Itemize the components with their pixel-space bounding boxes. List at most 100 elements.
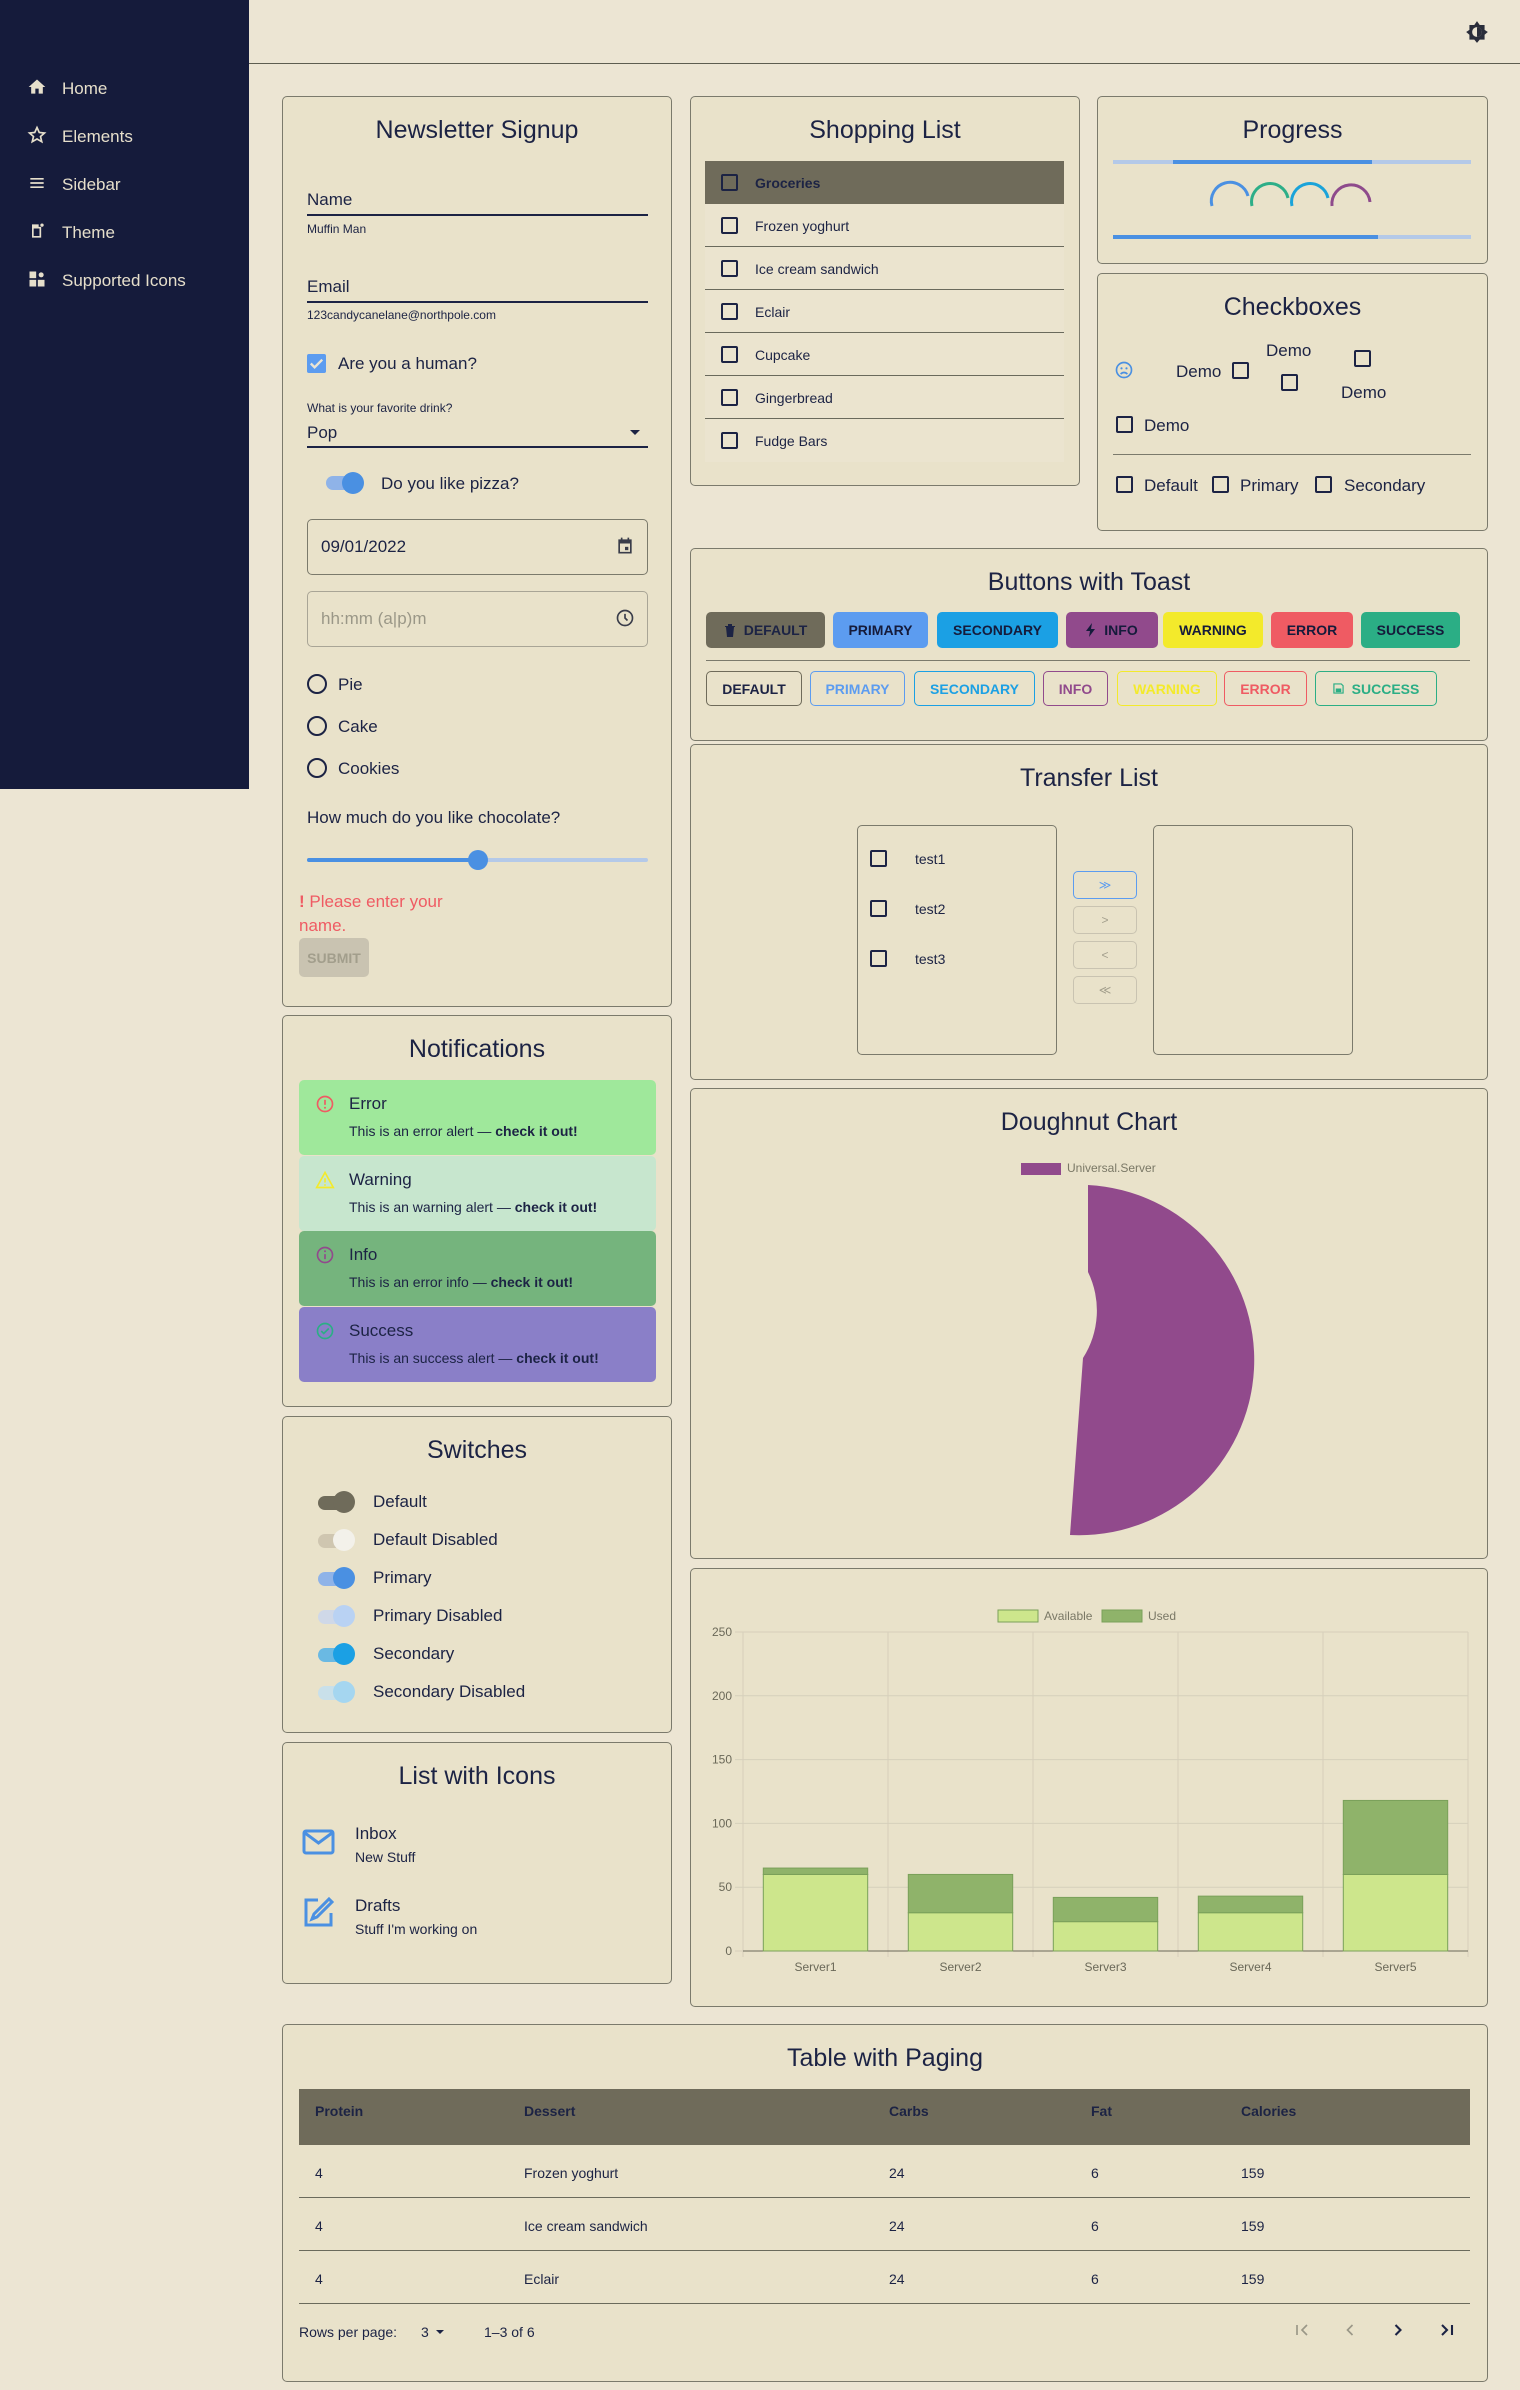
column-header[interactable]: Calories	[1241, 2103, 1296, 2119]
demo-checkbox-label-start[interactable]	[1232, 362, 1249, 379]
drink-select-value[interactable]: Pop	[307, 423, 337, 443]
last-page-icon[interactable]	[1437, 2320, 1457, 2340]
switch-label: Primary	[373, 1568, 432, 1587]
list-item[interactable]: Frozen yoghurt	[705, 204, 1064, 247]
success-outlined-button[interactable]: SUCCESS	[1315, 671, 1437, 706]
secondary-button[interactable]: SECONDARY	[937, 612, 1058, 648]
list-item[interactable]: Ice cream sandwich	[705, 247, 1064, 290]
bar-available	[762, 1873, 869, 1952]
checkbox-label: Default	[1144, 476, 1198, 495]
primary-checkbox[interactable]	[1212, 476, 1229, 493]
alert-text: This is an error info —	[349, 1274, 491, 1290]
clock-icon[interactable]	[615, 608, 635, 628]
top-bar	[249, 0, 1520, 64]
chevron-down-icon[interactable]	[434, 2326, 446, 2338]
transfer-item-checkbox[interactable]	[870, 850, 887, 867]
previous-page-icon[interactable]	[1340, 2320, 1360, 2340]
row-divider	[299, 2250, 1470, 2251]
item-checkbox[interactable]	[721, 303, 738, 320]
submit-button[interactable]: SUBMIT	[299, 938, 369, 977]
radio-cake[interactable]	[307, 716, 327, 736]
primary-button[interactable]: PRIMARY	[833, 612, 928, 648]
table-cell: 159	[1241, 2165, 1265, 2181]
select-all-checkbox[interactable]	[721, 174, 738, 191]
switch-secondary-disabled[interactable]	[318, 1681, 355, 1703]
sad-face-icon[interactable]	[1114, 360, 1134, 380]
slider-thumb[interactable]	[467, 850, 488, 870]
transfer-item-checkbox[interactable]	[870, 900, 887, 917]
error-outlined-button[interactable]: ERROR	[1224, 671, 1307, 706]
default-outlined-button[interactable]: DEFAULT	[706, 671, 802, 706]
default-checkbox[interactable]	[1116, 476, 1133, 493]
transfer-item-label: test3	[915, 951, 946, 967]
secondary-outlined-button[interactable]: SECONDARY	[914, 671, 1035, 706]
primary-outlined-button[interactable]: PRIMARY	[810, 671, 905, 706]
move-right-button[interactable]: >	[1073, 906, 1137, 934]
secondary-checkbox[interactable]	[1315, 476, 1332, 493]
warning-button[interactable]: WARNING	[1163, 612, 1263, 648]
info-button[interactable]: INFO	[1066, 612, 1158, 648]
alert-message: This is an error alert — check it out!	[349, 1123, 578, 1139]
legend-swatch	[1021, 1163, 1061, 1175]
info-outlined-button[interactable]: INFO	[1043, 671, 1108, 706]
next-page-icon[interactable]	[1388, 2320, 1408, 2340]
first-page-icon[interactable]	[1292, 2320, 1312, 2340]
default-button[interactable]: DEFAULT	[706, 612, 825, 648]
switch-primary[interactable]	[318, 1567, 355, 1589]
sidebar-item-supported-icons[interactable]: Supported Icons	[0, 258, 249, 302]
shopping-header[interactable]: Groceries	[705, 161, 1064, 204]
demo-checkbox-label-end[interactable]	[1116, 416, 1133, 433]
brightness-icon[interactable]	[1464, 19, 1490, 45]
item-checkbox[interactable]	[721, 260, 738, 277]
list-item[interactable]: Eclair	[705, 290, 1064, 333]
move-all-right-button[interactable]: ≫	[1073, 871, 1137, 899]
radio-cookies[interactable]	[307, 758, 327, 778]
column-header[interactable]: Fat	[1091, 2103, 1112, 2119]
list-item[interactable]: Gingerbread	[705, 376, 1064, 419]
calendar-icon[interactable]	[615, 536, 635, 556]
move-all-left-button[interactable]: ≪	[1073, 976, 1137, 1004]
sidebar-item-label: Supported Icons	[62, 271, 186, 290]
pizza-switch[interactable]	[326, 472, 364, 494]
sidebar-item-elements[interactable]: Elements	[0, 114, 249, 158]
move-left-button[interactable]: <	[1073, 941, 1137, 969]
sidebar-item-theme[interactable]: Theme	[0, 210, 249, 254]
column-header[interactable]: Dessert	[524, 2103, 575, 2119]
success-button[interactable]: SUCCESS	[1361, 612, 1460, 648]
demo-checkbox-label-bottom[interactable]	[1354, 350, 1371, 367]
switch-default[interactable]	[318, 1491, 355, 1513]
chocolate-slider[interactable]	[307, 850, 648, 870]
switch-primary-disabled[interactable]	[318, 1605, 355, 1627]
drink-select[interactable]	[307, 446, 648, 448]
email-field[interactable]	[307, 301, 648, 303]
list-item[interactable]: Fudge Bars	[705, 419, 1064, 462]
sidebar-item-home[interactable]: Home	[0, 66, 249, 110]
card-title: Doughnut Chart	[1000, 1108, 1178, 1136]
item-label: Cupcake	[755, 347, 811, 363]
chevron-down-icon[interactable]	[628, 428, 642, 438]
item-checkbox[interactable]	[721, 389, 738, 406]
radio-pie[interactable]	[307, 674, 327, 694]
warning-outlined-button[interactable]: WARNING	[1117, 671, 1217, 706]
switch-secondary[interactable]	[318, 1643, 355, 1665]
list-item[interactable]: Cupcake	[705, 333, 1064, 376]
transfer-item-label: test2	[915, 901, 946, 917]
transfer-item-checkbox[interactable]	[870, 950, 887, 967]
switch-default-disabled[interactable]	[318, 1529, 355, 1551]
column-header[interactable]: Protein	[315, 2103, 363, 2119]
column-header[interactable]: Carbs	[889, 2103, 929, 2119]
slider-label: How much do you like chocolate?	[307, 808, 561, 827]
transfer-item-label: test1	[915, 851, 946, 867]
sidebar-item-sidebar[interactable]: Sidebar	[0, 162, 249, 206]
item-checkbox[interactable]	[721, 432, 738, 449]
demo-checkbox-label-top[interactable]	[1281, 374, 1298, 391]
bar-available	[907, 1912, 1014, 1952]
item-checkbox[interactable]	[721, 217, 738, 234]
name-field[interactable]	[307, 214, 648, 216]
item-checkbox[interactable]	[721, 346, 738, 363]
human-checkbox[interactable]	[307, 354, 326, 373]
error-button[interactable]: ERROR	[1271, 612, 1353, 648]
rows-per-page-select[interactable]: 3	[421, 2324, 429, 2340]
icons-icon	[29, 271, 45, 287]
alert-message: This is an success alert — check it out!	[349, 1350, 599, 1366]
